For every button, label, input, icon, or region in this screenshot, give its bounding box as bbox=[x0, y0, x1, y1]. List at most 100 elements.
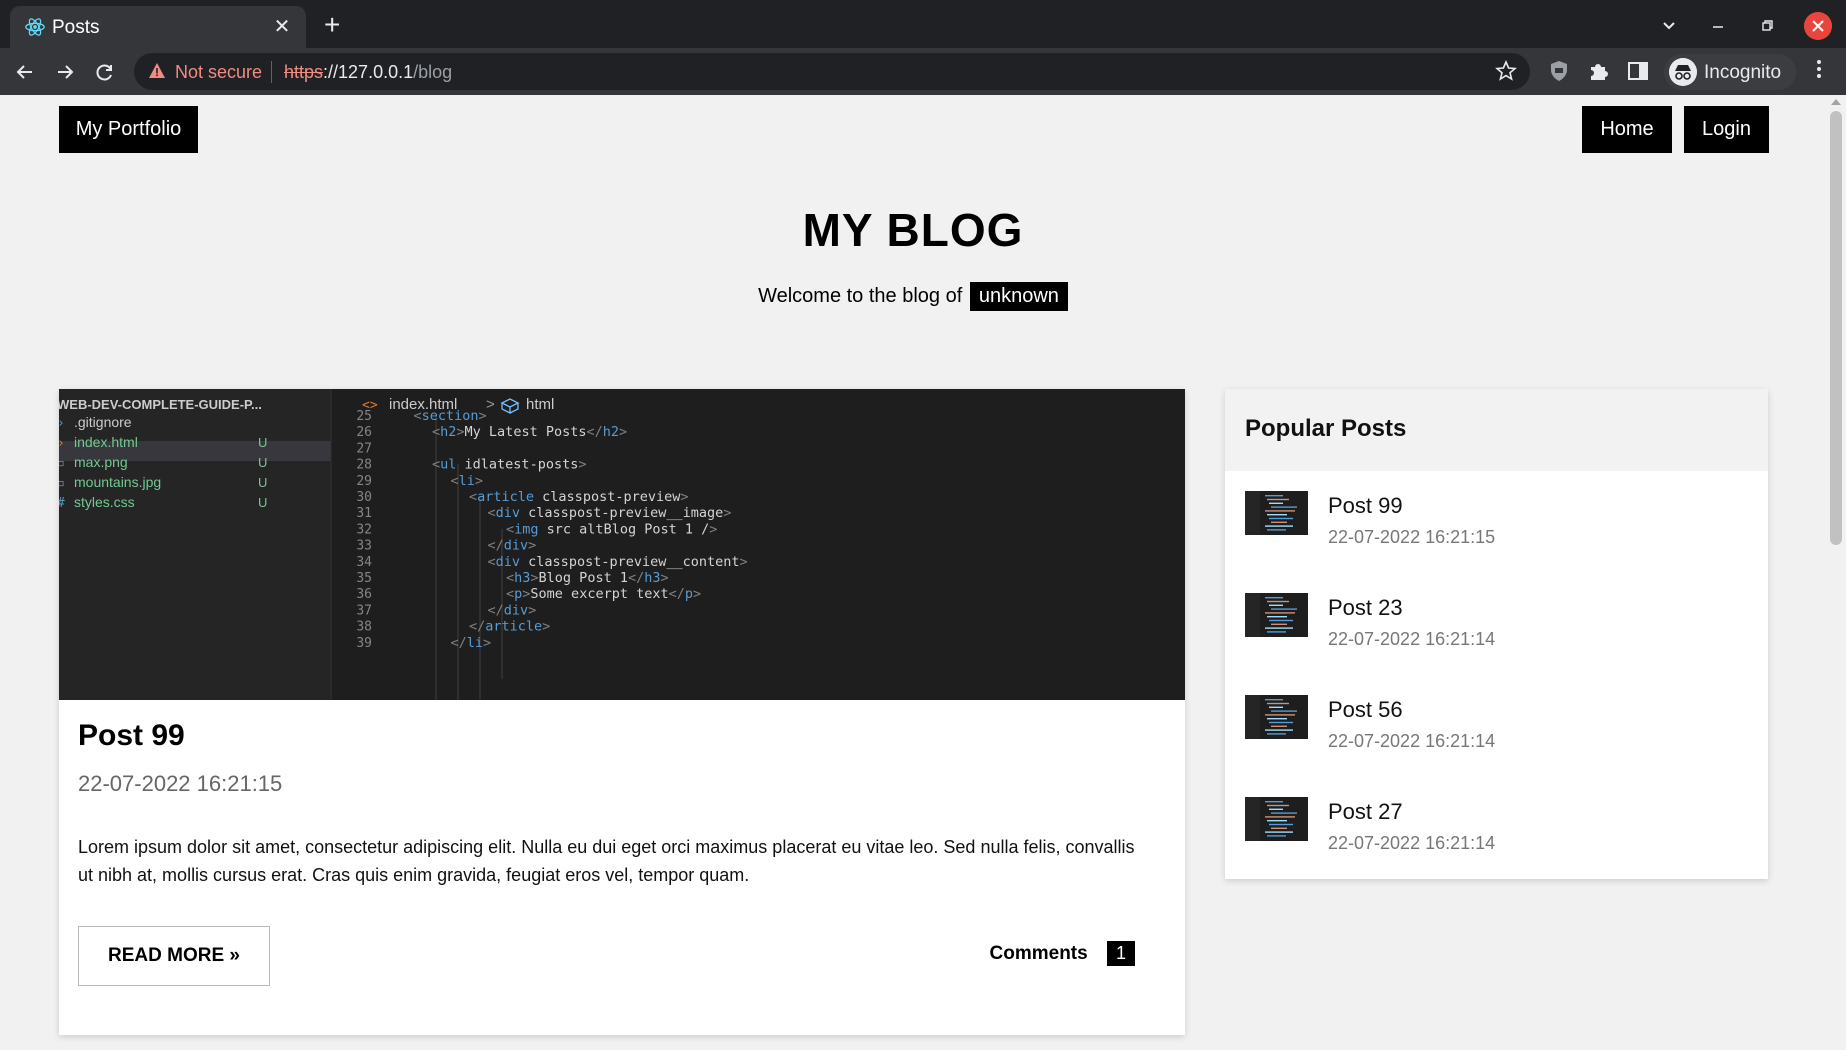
explorer-file-name: styles.css bbox=[74, 494, 135, 510]
popular-post-title[interactable]: Post 27 bbox=[1328, 799, 1403, 825]
warning-icon bbox=[149, 63, 165, 78]
username-badge: unknown bbox=[969, 282, 1068, 311]
code-line: </div> bbox=[488, 538, 537, 554]
popular-post-thumbnail bbox=[1245, 695, 1308, 739]
code-line: </article> bbox=[469, 619, 550, 635]
code-line: <img src altBlog Post 1 /> bbox=[506, 521, 717, 537]
chevron-down-icon[interactable] bbox=[1654, 11, 1684, 41]
popular-posts-panel: Popular Posts Post 99 22-07-2022 16:21:1… bbox=[1225, 389, 1768, 879]
code-thumbnail-icon bbox=[1245, 491, 1297, 535]
kebab-menu-icon[interactable] bbox=[1812, 56, 1826, 82]
line-number: 35 bbox=[356, 571, 372, 586]
explorer-file-name: max.png bbox=[74, 454, 128, 470]
tab-close-icon[interactable]: ✕ bbox=[270, 15, 294, 39]
editor-screenshot: WEB-DEV-COMPLETE-GUIDE-P... › .gitignore ›… bbox=[59, 389, 1185, 700]
nav-login-link[interactable]: Login bbox=[1684, 106, 1769, 153]
restore-icon[interactable] bbox=[1752, 11, 1782, 41]
popular-post-thumbnail bbox=[1245, 593, 1308, 637]
popular-post-date: 22-07-2022 16:21:15 bbox=[1328, 527, 1496, 547]
code-line: <ul idlatest-posts> bbox=[432, 457, 586, 473]
explorer-title: WEB-DEV-COMPLETE-GUIDE-P... bbox=[59, 397, 262, 412]
minimize-icon[interactable] bbox=[1703, 11, 1733, 41]
comments-count-badge: 1 bbox=[1106, 941, 1135, 966]
code-line: <h3>Blog Post 1</h3> bbox=[506, 570, 669, 586]
line-number: 25 bbox=[356, 409, 372, 424]
line-number: 32 bbox=[356, 522, 372, 537]
line-number: 36 bbox=[356, 587, 372, 602]
scroll-up-arrow-icon[interactable] bbox=[1831, 99, 1841, 105]
line-number: 28 bbox=[356, 458, 372, 473]
brand-link[interactable]: My Portfolio bbox=[59, 106, 198, 153]
url-scheme: https bbox=[284, 62, 324, 82]
code-line: <div classpost-preview__content> bbox=[488, 554, 748, 570]
explorer-file-name: index.html bbox=[74, 434, 138, 450]
line-number: 30 bbox=[356, 490, 372, 505]
popular-post-item[interactable]: Post 27 22-07-2022 16:21:14 bbox=[1225, 797, 1768, 877]
security-warning-label[interactable]: Not secure bbox=[175, 62, 262, 83]
incognito-icon bbox=[1669, 58, 1697, 86]
popular-post-item[interactable]: Post 56 22-07-2022 16:21:14 bbox=[1225, 695, 1768, 775]
file-type-icon: ▫ bbox=[59, 456, 65, 471]
star-icon[interactable] bbox=[1494, 59, 1518, 83]
post-excerpt: Lorem ipsum dolor sit amet, consectetur … bbox=[78, 837, 1135, 885]
popular-post-item[interactable]: Post 23 22-07-2022 16:21:14 bbox=[1225, 593, 1768, 673]
back-arrow-icon[interactable] bbox=[10, 57, 40, 87]
reload-icon[interactable] bbox=[90, 57, 120, 87]
browser-tab[interactable]: Posts ✕ bbox=[10, 6, 306, 48]
omnibox-divider bbox=[271, 61, 272, 83]
popular-post-title[interactable]: Post 99 bbox=[1328, 493, 1403, 519]
address-bar[interactable]: Not secure https://127.0.0.1/blog bbox=[134, 53, 1530, 90]
code-line: <li> bbox=[451, 473, 484, 489]
sidepanel-icon[interactable] bbox=[1625, 58, 1651, 84]
popular-post-thumbnail bbox=[1245, 491, 1308, 535]
line-number: 34 bbox=[356, 555, 372, 570]
popular-post-date: 22-07-2022 16:21:14 bbox=[1328, 731, 1496, 751]
read-more-button[interactable]: READ MORE » bbox=[78, 926, 270, 986]
file-type-icon: ▫ bbox=[59, 476, 65, 491]
file-type-icon: › bbox=[59, 436, 65, 451]
incognito-profile-button[interactable]: Incognito bbox=[1664, 54, 1796, 90]
puzzle-icon[interactable] bbox=[1586, 58, 1612, 84]
nav-home-link[interactable]: Home bbox=[1582, 106, 1672, 153]
line-number: 26 bbox=[356, 425, 372, 440]
code-thumbnail-icon bbox=[1245, 695, 1297, 739]
file-git-status: U bbox=[258, 455, 267, 470]
comments-label: Comments bbox=[989, 943, 1088, 964]
breadcrumb-node: html bbox=[526, 396, 554, 413]
post-card: WEB-DEV-COMPLETE-GUIDE-P... › .gitignore ›… bbox=[59, 389, 1185, 1035]
page-content: My Portfolio Home Login MY BLOG Welcome … bbox=[0, 95, 1826, 1050]
url-host: ://127.0.0.1 bbox=[323, 62, 414, 82]
code-line: </li> bbox=[451, 635, 492, 651]
tab-title: Posts bbox=[52, 17, 100, 38]
incognito-label: Incognito bbox=[1704, 62, 1782, 83]
code-thumbnail-icon bbox=[1245, 593, 1297, 637]
code-line: <h2>My Latest Posts</h2> bbox=[432, 424, 627, 440]
popular-post-item[interactable]: Post 99 22-07-2022 16:21:15 bbox=[1225, 491, 1768, 571]
welcome-label: Welcome to the blog of bbox=[758, 285, 963, 307]
popular-post-title[interactable]: Post 56 bbox=[1328, 697, 1403, 723]
popular-post-date: 22-07-2022 16:21:14 bbox=[1328, 629, 1496, 649]
url-text[interactable]: https://127.0.0.1/blog bbox=[284, 62, 452, 83]
comments-indicator[interactable]: Comments 1 bbox=[990, 941, 1135, 966]
popular-post-date: 22-07-2022 16:21:14 bbox=[1328, 833, 1496, 853]
post-title[interactable]: Post 99 bbox=[78, 719, 185, 753]
file-git-status: U bbox=[258, 495, 267, 510]
code-line: <section> bbox=[414, 408, 487, 424]
scroll-thumb[interactable] bbox=[1830, 111, 1842, 545]
page-scrollbar[interactable] bbox=[1826, 95, 1846, 1050]
popular-post-title[interactable]: Post 23 bbox=[1328, 595, 1403, 621]
post-image: WEB-DEV-COMPLETE-GUIDE-P... › .gitignore ›… bbox=[59, 389, 1185, 700]
forward-arrow-icon[interactable] bbox=[50, 57, 80, 87]
url-path: /blog bbox=[413, 62, 453, 82]
window-close-icon[interactable] bbox=[1804, 12, 1832, 40]
file-git-status: U bbox=[258, 475, 267, 490]
code-line: </div> bbox=[488, 602, 537, 618]
code-line: <article classpost-preview> bbox=[469, 489, 689, 505]
new-tab-button[interactable]: + bbox=[324, 11, 340, 39]
react-favicon-icon bbox=[25, 18, 45, 36]
browser-toolbar: Not secure https://127.0.0.1/blog Incogn… bbox=[0, 48, 1846, 95]
code-line: <p>Some excerpt text</p> bbox=[506, 586, 701, 602]
shield-extension-icon[interactable] bbox=[1546, 58, 1572, 84]
line-number: 33 bbox=[356, 539, 372, 554]
file-git-status: U bbox=[258, 435, 267, 450]
